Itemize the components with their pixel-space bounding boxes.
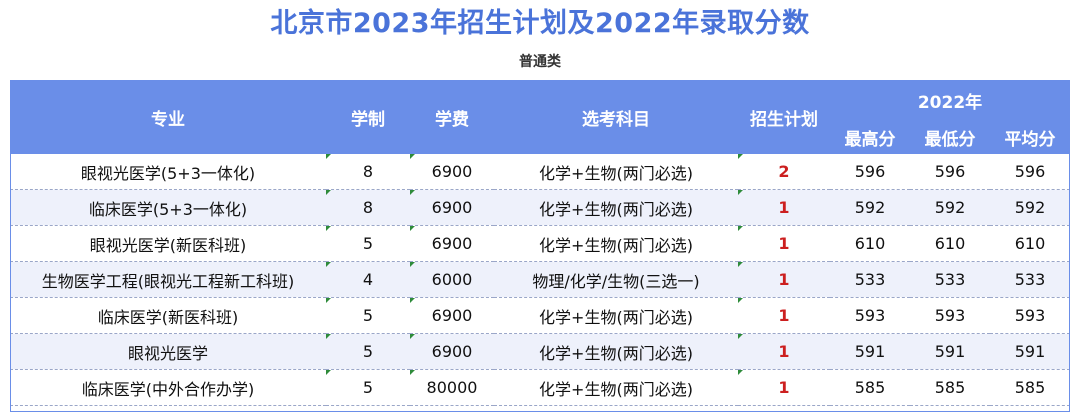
cell-fee: 6000	[410, 261, 494, 298]
cell-max: 610	[830, 225, 910, 262]
cell-avg: 533	[990, 261, 1071, 298]
cell-min: 533	[910, 261, 990, 298]
cell-duration: 4	[326, 261, 410, 298]
cell-plan: 1	[738, 225, 830, 262]
cell-max: 593	[830, 297, 910, 334]
cell-major: 眼视光医学	[10, 333, 326, 370]
header-min-score: 最低分	[910, 120, 990, 154]
cell-subjects: 物理/化学/生物(三选一)	[494, 261, 738, 298]
cell-fee: 6900	[410, 189, 494, 226]
cell-min: 592	[910, 189, 990, 226]
cell-major: 临床医学(5+3一体化)	[10, 189, 326, 226]
cell-subjects: 化学+生物(两门必选)	[494, 297, 738, 334]
cell-fee: 6900	[410, 225, 494, 262]
cell-fee: 80000	[410, 369, 494, 406]
cell-duration: 5	[326, 369, 410, 406]
cell-plan: 1	[738, 333, 830, 370]
cell-major: 临床医学(新医科班)	[10, 297, 326, 334]
cell-plan: 2	[738, 154, 830, 190]
cell-avg: 593	[990, 297, 1071, 334]
cell-plan: 1	[738, 261, 830, 298]
cell-avg: 610	[990, 225, 1071, 262]
cell-max: 596	[830, 154, 910, 190]
header-duration: 学制	[326, 80, 410, 154]
cell-max: 585	[830, 369, 910, 406]
page-subtitle: 普通类	[519, 54, 561, 70]
table-row: 眼视光医学(新医科班) 5 6900 化学+生物(两门必选) 1 610 610…	[10, 225, 1071, 262]
table-row: 临床医学(新医科班) 5 6900 化学+生物(两门必选) 1 593 593 …	[10, 297, 1071, 334]
admission-table: 专业 学制 学费 选考科目 招生计划 2022年 最高分 最低分 平均分 眼视光…	[10, 80, 1071, 406]
cell-subjects: 化学+生物(两门必选)	[494, 369, 738, 406]
header-fee: 学费	[410, 80, 494, 154]
header-subjects: 选考科目	[494, 80, 738, 154]
cell-max: 592	[830, 189, 910, 226]
cell-min: 596	[910, 154, 990, 190]
page-title: 北京市2023年招生计划及2022年录取分数	[270, 8, 810, 39]
cell-major: 眼视光医学(新医科班)	[10, 225, 326, 262]
header-major: 专业	[10, 80, 326, 154]
header-max-score: 最高分	[830, 120, 910, 154]
cell-avg: 591	[990, 333, 1071, 370]
cell-major: 眼视光医学(5+3一体化)	[10, 154, 326, 190]
cell-max: 533	[830, 261, 910, 298]
cell-avg: 592	[990, 189, 1071, 226]
table-row: 临床医学(5+3一体化) 8 6900 化学+生物(两门必选) 1 592 59…	[10, 189, 1071, 226]
cell-duration: 5	[326, 225, 410, 262]
cell-max: 591	[830, 333, 910, 370]
cell-duration: 8	[326, 189, 410, 226]
cell-avg: 596	[990, 154, 1071, 190]
cell-min: 591	[910, 333, 990, 370]
cell-min: 585	[910, 369, 990, 406]
table-row: 眼视光医学 5 6900 化学+生物(两门必选) 1 591 591 591	[10, 333, 1071, 370]
cell-plan: 1	[738, 189, 830, 226]
cell-duration: 5	[326, 297, 410, 334]
cell-major: 临床医学(中外合作办学)	[10, 369, 326, 406]
cell-major: 生物医学工程(眼视光工程新工科班)	[10, 261, 326, 298]
header-plan: 招生计划	[738, 80, 830, 154]
cell-fee: 6900	[410, 154, 494, 190]
cell-plan: 1	[738, 297, 830, 334]
header-year-group: 2022年	[830, 80, 1071, 120]
cell-subjects: 化学+生物(两门必选)	[494, 189, 738, 226]
cell-fee: 6900	[410, 297, 494, 334]
cell-duration: 5	[326, 333, 410, 370]
cell-avg: 585	[990, 369, 1071, 406]
cell-subjects: 化学+生物(两门必选)	[494, 225, 738, 262]
cell-min: 610	[910, 225, 990, 262]
cell-subjects: 化学+生物(两门必选)	[494, 154, 738, 190]
cell-plan: 1	[738, 369, 830, 406]
header-avg-score: 平均分	[990, 120, 1071, 154]
table-row: 生物医学工程(眼视光工程新工科班) 4 6000 物理/化学/生物(三选一) 1…	[10, 261, 1071, 298]
cell-duration: 8	[326, 154, 410, 190]
cell-min: 593	[910, 297, 990, 334]
table-row: 眼视光医学(5+3一体化) 8 6900 化学+生物(两门必选) 2 596 5…	[10, 154, 1071, 190]
cell-fee: 6900	[410, 333, 494, 370]
table-row: 临床医学(中外合作办学) 5 80000 化学+生物(两门必选) 1 585 5…	[10, 369, 1071, 406]
cell-subjects: 化学+生物(两门必选)	[494, 333, 738, 370]
